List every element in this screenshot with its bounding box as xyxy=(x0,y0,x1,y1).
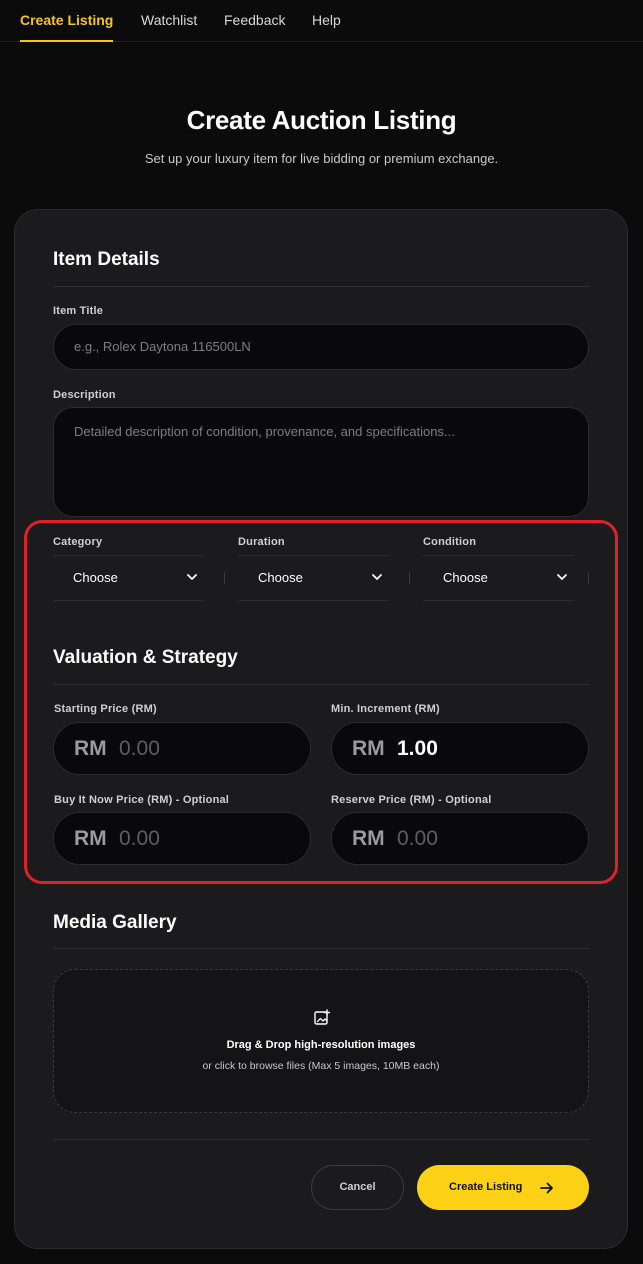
section-divider xyxy=(53,684,589,685)
select-separator xyxy=(588,572,589,584)
condition-label: Condition xyxy=(423,536,477,548)
arrow-right-icon xyxy=(540,1182,553,1194)
nav-item-create-listing[interactable]: Create Listing xyxy=(20,0,114,42)
select-separator xyxy=(409,572,410,584)
select-separator xyxy=(224,572,225,584)
cancel-button[interactable]: Cancel xyxy=(311,1165,404,1210)
chevron-down-icon xyxy=(187,574,197,580)
min-increment-input[interactable]: RM 1.00 xyxy=(331,722,589,775)
buy-it-now-value: 0.00 xyxy=(119,827,160,850)
duration-label: Duration xyxy=(238,536,285,548)
starting-price-label: Starting Price (RM) xyxy=(54,703,157,715)
category-select[interactable]: Choose xyxy=(53,555,204,601)
dropzone-title: Drag & Drop high-resolution images xyxy=(226,1039,416,1051)
item-details-heading: Item Details xyxy=(53,249,160,270)
description-label: Description xyxy=(53,389,116,401)
actions-divider xyxy=(53,1139,589,1140)
page-subtitle: Set up your luxury item for live bidding… xyxy=(144,151,499,166)
chevron-down-icon xyxy=(557,574,567,580)
create-listing-button[interactable]: Create Listing xyxy=(417,1165,589,1210)
section-divider xyxy=(53,948,589,949)
chevron-down-icon xyxy=(372,574,382,580)
starting-price-input[interactable]: RM 0.00 xyxy=(53,722,311,775)
duration-select[interactable]: Choose xyxy=(224,555,389,601)
currency-prefix: RM xyxy=(74,737,107,760)
nav-item-watchlist[interactable]: Watchlist xyxy=(141,0,197,42)
section-divider xyxy=(53,286,589,287)
item-title-label: Item Title xyxy=(53,305,104,317)
currency-prefix: RM xyxy=(74,827,107,850)
page-title: Create Auction Listing xyxy=(186,105,457,135)
dropzone-subtitle: or click to browse files (Max 5 images, … xyxy=(202,1060,440,1072)
media-gallery-heading: Media Gallery xyxy=(53,912,177,933)
min-increment-value: 1.00 xyxy=(397,737,438,760)
currency-prefix: RM xyxy=(352,827,385,850)
nav-item-feedback[interactable]: Feedback xyxy=(224,0,285,42)
reserve-price-label: Reserve Price (RM) - Optional xyxy=(331,794,492,806)
buy-it-now-input[interactable]: RM 0.00 xyxy=(53,812,311,865)
reserve-price-value: 0.00 xyxy=(397,827,438,850)
category-label: Category xyxy=(53,536,103,548)
add-image-icon xyxy=(314,1009,331,1025)
min-increment-label: Min. Increment (RM) xyxy=(331,703,440,715)
item-title-input[interactable]: e.g., Rolex Daytona 116500LN xyxy=(53,324,589,370)
description-textarea[interactable]: Detailed description of condition, prove… xyxy=(53,407,589,517)
nav-item-help[interactable]: Help xyxy=(312,0,341,42)
reserve-price-input[interactable]: RM 0.00 xyxy=(331,812,589,865)
duration-select-value: Choose xyxy=(258,570,303,585)
create-listing-label: Create Listing xyxy=(449,1181,523,1193)
image-dropzone[interactable]: Drag & Drop high-resolution images or cl… xyxy=(53,969,589,1113)
category-select-value: Choose xyxy=(73,570,118,585)
currency-prefix: RM xyxy=(352,737,385,760)
buy-it-now-label: Buy It Now Price (RM) - Optional xyxy=(54,794,230,806)
starting-price-value: 0.00 xyxy=(119,737,160,760)
valuation-heading: Valuation & Strategy xyxy=(53,647,238,668)
top-nav: Create Listing Watchlist Feedback Help xyxy=(0,0,643,42)
condition-select-value: Choose xyxy=(443,570,488,585)
condition-select[interactable]: Choose xyxy=(409,555,574,601)
